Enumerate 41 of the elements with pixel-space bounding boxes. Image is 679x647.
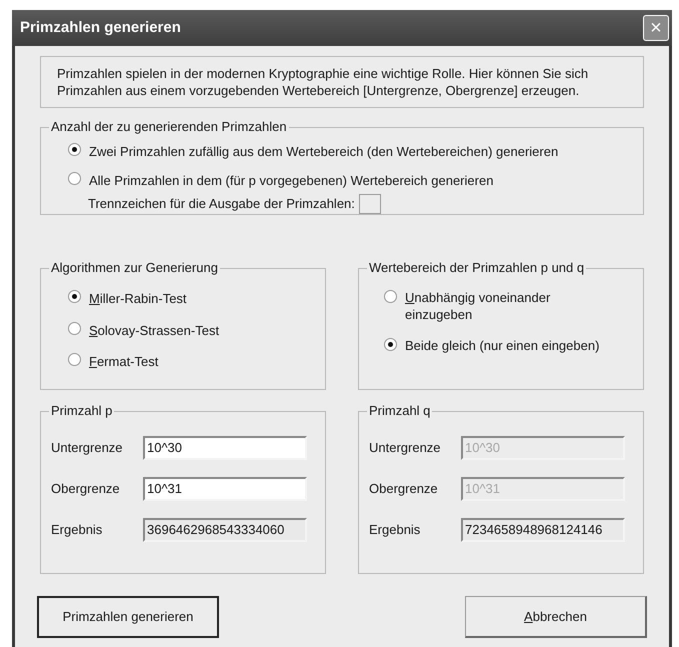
group-title: Wertebereich der Primzahlen p und q: [367, 260, 586, 276]
field-label: Ergebnis: [369, 521, 420, 540]
radio-button[interactable]: [384, 290, 397, 303]
radio-option[interactable]: Miller-Rabin-Test: [68, 289, 325, 308]
input-field[interactable]: 10^31: [143, 477, 307, 501]
radio-option[interactable]: Zwei Primzahlen zufällig aus dem Wertebereich (den Wertebereichen) generieren: [68, 142, 643, 162]
group-title: Primzahl q: [367, 403, 432, 419]
radio-label: Unabhängig voneinander einzugeben: [405, 289, 552, 323]
info-box: Primzahlen spielen in der modernen Kryptographie eine wichtige Rolle. Hier können Sie sich Primzahlen aus einem vorzugebenden Wertebereich [Untergrenze, Obergrenze] erzeugen.: [40, 56, 644, 108]
radio-label: Alle Primzahlen in dem (für p vorgegebenen) Wertebereich generieren: [89, 172, 494, 190]
field-label: Ergebnis: [51, 521, 102, 540]
radio-label: Zwei Primzahlen zufällig aus dem Wertebereich (den Wertebereichen) generieren: [89, 143, 558, 161]
radio-button[interactable]: [68, 322, 81, 334]
dialog-button[interactable]: Abbrechen: [465, 596, 647, 638]
radio-label: Solovay-Strassen-Test: [89, 322, 220, 340]
radio-label: Miller-Rabin-Test: [89, 290, 187, 308]
window-title: Primzahlen generieren: [20, 18, 181, 38]
field-label: Obergrenze: [369, 480, 438, 498]
radio-option[interactable]: Unabhängig voneinander einzugeben: [384, 289, 613, 323]
radio-button[interactable]: [68, 290, 81, 303]
dialog-button[interactable]: Primzahlen generieren: [37, 596, 219, 638]
radio-option[interactable]: Alle Primzahlen in dem (für p vorgegebenen) Wertebereich generieren: [68, 170, 643, 190]
field-label: Untergrenze: [51, 439, 123, 458]
radio-label: Fermat-Test: [89, 353, 158, 371]
radio-button[interactable]: [68, 353, 81, 366]
group-title: Primzahl p: [49, 403, 114, 419]
radio-button[interactable]: [68, 143, 81, 156]
group-title: Algorithmen zur Generierung: [49, 260, 220, 276]
input-field[interactable]: 7234658948968124146: [461, 518, 625, 542]
separator-label: Trennzeichen für die Ausgabe der Primzahlen:: [88, 195, 355, 214]
radio-button[interactable]: [384, 338, 397, 351]
field-label: Obergrenze: [51, 480, 120, 498]
radio-option[interactable]: Solovay-Strassen-Test: [68, 320, 325, 340]
group-title: Anzahl der zu generierenden Primzahlen: [49, 119, 289, 135]
radio-label: Beide gleich (nur einen eingeben): [405, 337, 600, 354]
radio-option[interactable]: Fermat-Test: [68, 352, 325, 372]
input-field[interactable]: 3696462968543334060: [143, 518, 307, 542]
radio-option[interactable]: Beide gleich (nur einen eingeben): [384, 337, 613, 354]
field-label: Untergrenze: [369, 439, 441, 458]
input-field[interactable]: 10^30: [143, 436, 307, 460]
radio-button[interactable]: [68, 172, 81, 184]
